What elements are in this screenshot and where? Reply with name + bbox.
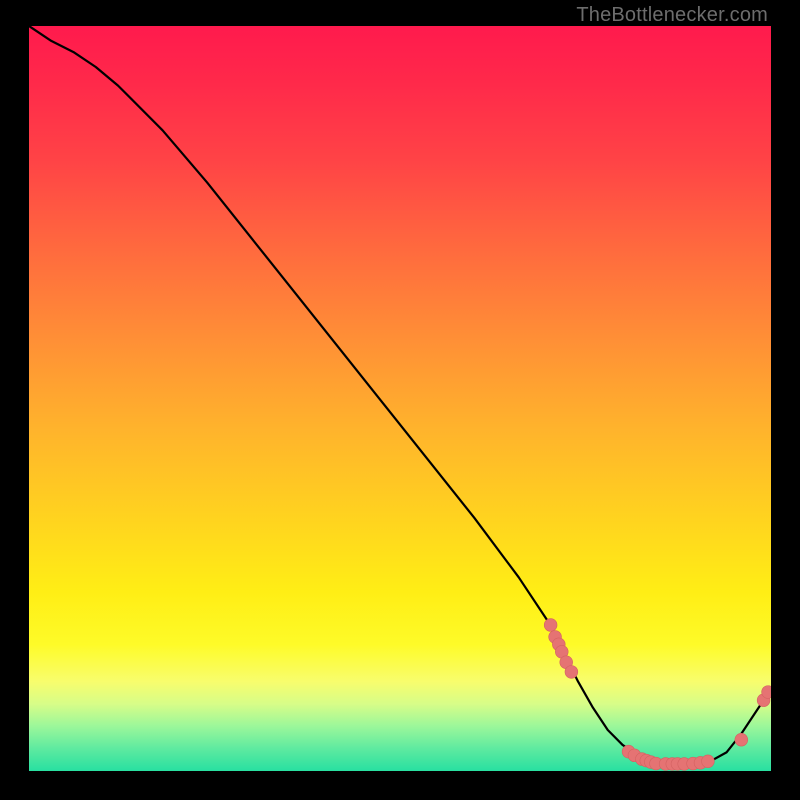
data-point (735, 733, 748, 746)
data-point (702, 755, 715, 768)
bottleneck-curve (29, 26, 771, 764)
data-points-group (544, 619, 771, 771)
chart-plot-area (29, 26, 771, 771)
chart-stage: TheBottlenecker.com (0, 0, 800, 800)
chart-svg (29, 26, 771, 771)
watermark-text: TheBottlenecker.com (576, 4, 768, 27)
data-point (544, 619, 557, 632)
data-point (565, 666, 578, 679)
